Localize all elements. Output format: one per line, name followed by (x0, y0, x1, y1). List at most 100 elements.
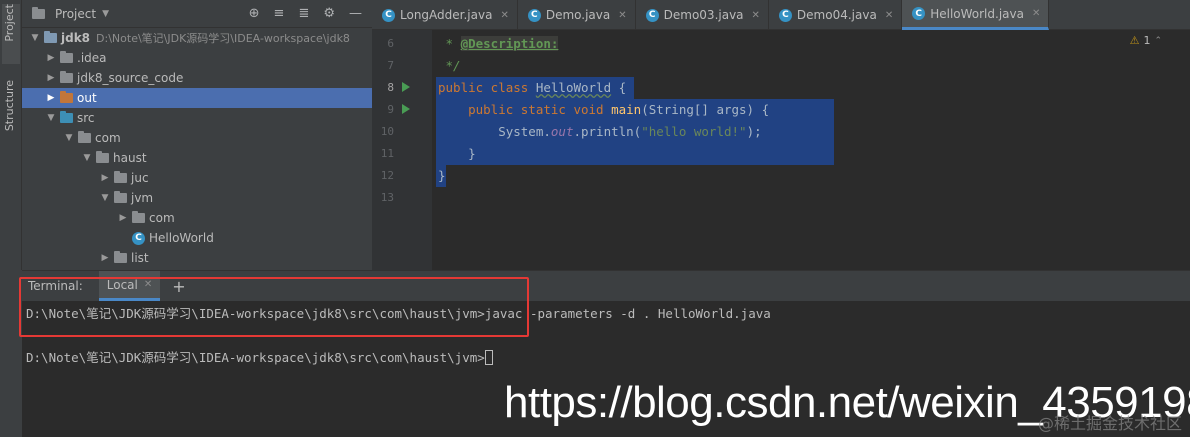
tab-longadder[interactable]: C LongAdder.java ✕ (372, 0, 518, 30)
line-number: 11 (380, 147, 394, 160)
folder-icon (60, 71, 73, 83)
source-folder-icon (60, 111, 73, 123)
close-icon[interactable]: ✕ (618, 10, 626, 21)
tab-demo03[interactable]: C Demo03.java ✕ (636, 0, 769, 30)
line-number: 7 (387, 59, 394, 72)
tree-item-helloworld[interactable]: C HelloWorld (22, 228, 372, 248)
tree-item-idea[interactable]: ▶ .idea (22, 48, 372, 68)
chevron-up-icon[interactable]: ⌃ (1154, 36, 1162, 46)
chevron-right-icon[interactable]: ▶ (116, 213, 130, 223)
structure-tool-tab[interactable]: Structure (2, 80, 20, 148)
tab-local[interactable]: Local ✕ (98, 271, 161, 301)
tab-helloworld[interactable]: C HelloWorld.java ✕ (902, 0, 1050, 30)
run-main-icon[interactable] (402, 104, 410, 114)
project-panel-header: Project ▼ ⊕ ≡ ≣ ⚙ — (22, 0, 372, 28)
line-number: 13 (380, 191, 394, 204)
code-editor[interactable]: 6 7 8 9 10 11 12 13 * @Description: */ p… (372, 30, 1190, 270)
code-text: ); (746, 124, 762, 139)
terminal-label: Terminal: (28, 279, 83, 293)
tree-item-label: .idea (77, 51, 107, 65)
terminal-line: D:\Note\笔记\JDK源码学习\IDEA-workspace\jdk8\s… (26, 306, 771, 321)
chevron-right-icon[interactable]: ▶ (44, 93, 58, 103)
project-tool-tab[interactable]: Project (2, 4, 20, 64)
package-icon (96, 151, 109, 163)
tree-item-haust[interactable]: ▼ haust (22, 148, 372, 168)
terminal-prompt: D:\Note\笔记\JDK源码学习\IDEA-workspace\jdk8\s… (26, 350, 485, 365)
terminal-tab-bar: Terminal: Local ✕ + (22, 271, 1190, 301)
warning-icon: ⚠ (1129, 34, 1140, 47)
editor-scrollbar[interactable] (1172, 32, 1182, 268)
tree-item-out[interactable]: ▶ out (22, 88, 372, 108)
inspection-widget[interactable]: ⚠ 1 ⌃ (1130, 34, 1162, 47)
close-icon[interactable]: ✕ (885, 10, 893, 21)
code-text: System. (438, 124, 551, 139)
code-line-12: } (438, 168, 446, 183)
run-class-icon[interactable] (402, 82, 410, 92)
close-icon[interactable]: ✕ (144, 279, 152, 290)
line-number: 9 (387, 103, 394, 116)
tree-item-jvm[interactable]: ▼ jvm (22, 188, 372, 208)
folder-icon (60, 51, 73, 63)
tree-item-src[interactable]: ▼ src (22, 108, 372, 128)
javadoc-tag: @Description: (460, 36, 559, 51)
tree-item-label: com (95, 131, 121, 145)
chevron-right-icon[interactable]: ▶ (44, 73, 58, 83)
project-tool-tab-label: Project (3, 4, 16, 42)
chevron-down-icon[interactable]: ▼ (28, 33, 42, 43)
class-icon: C (778, 8, 792, 22)
tab-demo04[interactable]: C Demo04.java ✕ (769, 0, 903, 30)
chevron-down-icon[interactable]: ▼ (62, 133, 76, 143)
structure-tool-tab-label: Structure (3, 80, 16, 132)
tree-item-com[interactable]: ▼ com (22, 128, 372, 148)
chevron-down-icon[interactable]: ▼ (98, 193, 112, 203)
class-icon: C (527, 8, 541, 22)
method-name: main (611, 102, 642, 117)
tool-window-strip: Project Structure (0, 0, 22, 270)
tree-item-label: jdk8 (61, 31, 91, 45)
package-icon (78, 131, 91, 143)
expand-all-icon[interactable]: ≡ (274, 6, 285, 21)
selection (436, 143, 834, 165)
locate-icon[interactable]: ⊕ (249, 6, 260, 21)
close-icon[interactable]: ✕ (1032, 8, 1040, 19)
tab-demo[interactable]: C Demo.java ✕ (518, 0, 636, 30)
close-icon[interactable]: ✕ (752, 10, 760, 21)
code-line-8: public class HelloWorld { (438, 77, 626, 99)
hide-icon[interactable]: — (349, 6, 362, 21)
tab-label: LongAdder.java (400, 8, 493, 22)
class-icon: C (912, 7, 926, 20)
tab-label: Demo.java (545, 8, 611, 22)
code-line-11: } (438, 146, 476, 161)
new-tab-icon[interactable]: + (172, 277, 185, 296)
terminal-prompt-line[interactable]: D:\Note\笔记\JDK源码学习\IDEA-workspace\jdk8\s… (26, 347, 493, 366)
code-line-9: public static void main(String[] args) { (438, 99, 769, 121)
chevron-down-icon[interactable]: ▼ (44, 113, 58, 123)
chevron-down-icon[interactable]: ▼ (80, 153, 94, 163)
tree-item-label: out (77, 91, 97, 105)
collapse-all-icon[interactable]: ≣ (298, 6, 309, 21)
chevron-right-icon[interactable]: ▶ (98, 173, 112, 183)
module-folder-icon (44, 31, 57, 43)
project-panel-title[interactable]: Project (55, 7, 96, 21)
class-icon: C (382, 8, 395, 22)
line-number: 6 (387, 37, 394, 50)
excluded-folder-icon (60, 91, 73, 103)
tree-item-label: jdk8_source_code (77, 71, 184, 85)
tree-item-label: haust (113, 151, 147, 165)
tree-item-juc[interactable]: ▶ juc (22, 168, 372, 188)
tree-item-jvm-com[interactable]: ▶ com (22, 208, 372, 228)
close-icon[interactable]: ✕ (500, 10, 508, 21)
tree-item-label: list (131, 251, 149, 265)
gear-icon[interactable]: ⚙ (323, 6, 335, 21)
editor-tab-bar: C LongAdder.java ✕ C Demo.java ✕ C Demo0… (372, 0, 1190, 30)
tree-item-jdk8[interactable]: ▼ jdk8 D:\Note\笔记\JDK源码学习\IDEA-workspace… (22, 28, 372, 48)
line-number: 12 (380, 169, 394, 182)
tree-item-jdk8-source-code[interactable]: ▶ jdk8_source_code (22, 68, 372, 88)
doc-comment: * (438, 36, 461, 51)
tree-item-list[interactable]: ▶ list (22, 248, 372, 268)
terminal-cursor (484, 350, 493, 365)
chevron-right-icon[interactable]: ▶ (98, 253, 112, 263)
chevron-down-icon[interactable]: ▼ (102, 9, 109, 19)
chevron-right-icon[interactable]: ▶ (44, 53, 58, 63)
tab-label: HelloWorld.java (930, 6, 1024, 21)
